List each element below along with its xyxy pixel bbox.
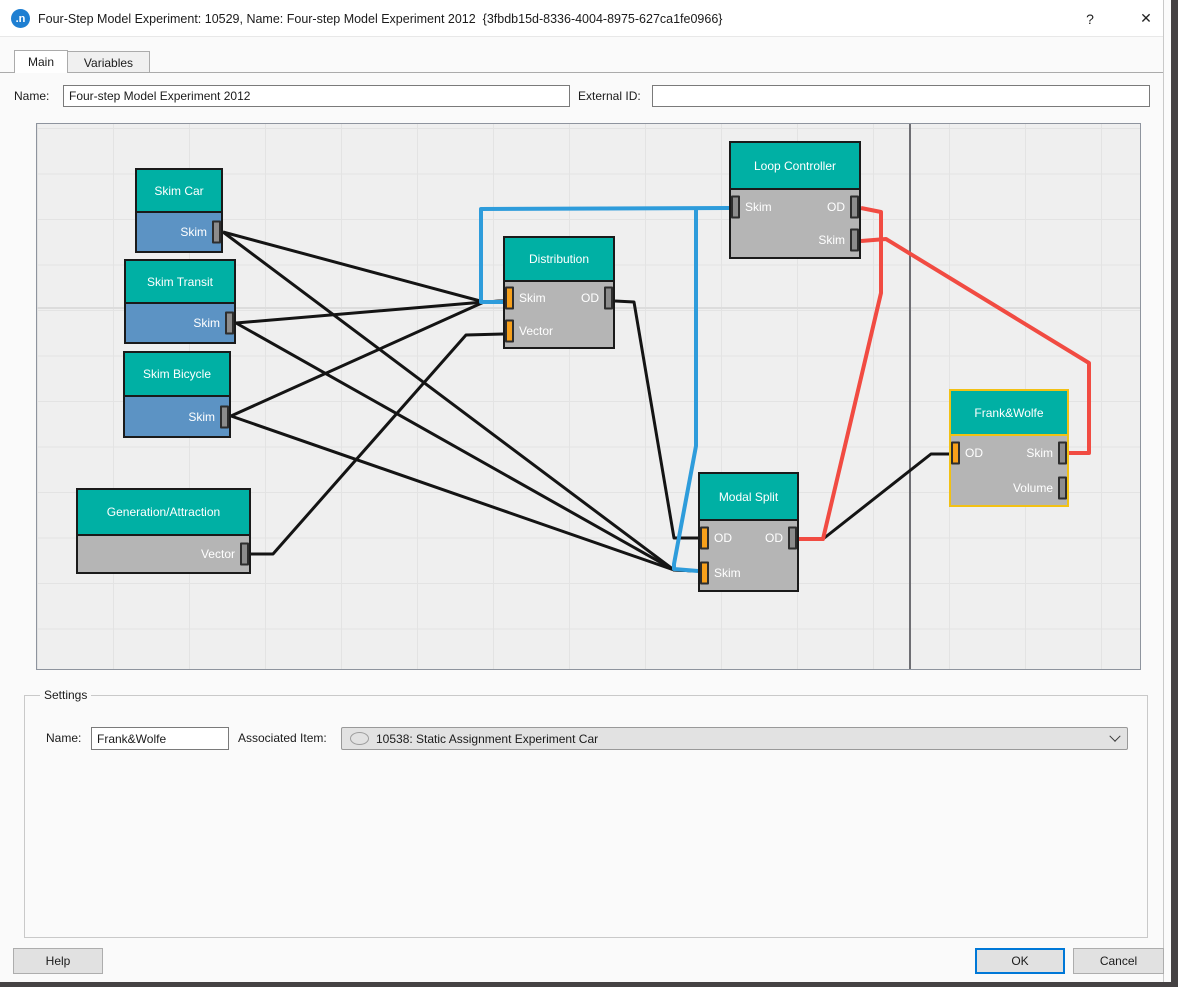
node-body-generation-attraction: Vector: [78, 536, 249, 572]
port-frank-wolfe-od[interactable]: [951, 442, 960, 465]
node-body-modal-split: ODODSkim: [700, 521, 797, 590]
node-port-row: Vector: [78, 536, 249, 572]
settings-name-label: Name:: [46, 727, 81, 749]
node-title-modal-split: Modal Split: [700, 474, 797, 521]
node-body-frank-wolfe: ODSkimVolume: [951, 436, 1067, 505]
wire-skim-car-to-distribution-skim[interactable]: [223, 232, 503, 302]
model-canvas[interactable]: Skim CarSkimSkim TransitSkimSkim Bicycle…: [36, 123, 1141, 670]
node-port-row: ODOD: [700, 521, 797, 556]
tab-main[interactable]: Main: [14, 50, 68, 73]
node-port-row: Skim: [125, 397, 229, 436]
wire-modal-split-od-to-frank-wolfe-od[interactable]: [799, 454, 949, 539]
port-skim-car-skim[interactable]: [212, 221, 221, 244]
node-modal-split[interactable]: Modal SplitODODSkim: [698, 472, 799, 592]
port-loop-controller-skim[interactable]: [731, 195, 740, 218]
ok-button[interactable]: OK: [975, 948, 1065, 974]
node-body-skim-transit: Skim: [126, 304, 234, 342]
experiment-ellipse-icon: [350, 732, 369, 745]
port-modal-split-skim[interactable]: [700, 561, 709, 584]
node-port-row: Skim: [137, 213, 221, 251]
node-title-skim-bicycle: Skim Bicycle: [125, 353, 229, 397]
node-port-row: Volume: [951, 471, 1067, 506]
associated-item-dropdown[interactable]: 10538: Static Assignment Experiment Car: [341, 727, 1128, 750]
associated-item-label: Associated Item:: [238, 727, 327, 749]
dialog-window: .n Four-Step Model Experiment: 10529, Na…: [0, 0, 1164, 982]
node-title-loop-controller: Loop Controller: [731, 143, 859, 190]
port-modal-split-od[interactable]: [700, 527, 709, 550]
settings-name-input[interactable]: Frank&Wolfe: [91, 727, 229, 750]
port-distribution-skim[interactable]: [505, 287, 514, 310]
node-port-row: Vector: [505, 315, 613, 348]
chevron-down-icon: [1109, 730, 1120, 741]
node-frank-wolfe[interactable]: Frank&WolfeODSkimVolume: [949, 389, 1069, 507]
node-title-distribution: Distribution: [505, 238, 613, 282]
close-icon[interactable]: ✕: [1124, 0, 1168, 37]
node-skim-bicycle[interactable]: Skim BicycleSkim: [123, 351, 231, 438]
wire-skim-bicycle-to-distribution-skim[interactable]: [231, 301, 503, 416]
title-bar: .n Four-Step Model Experiment: 10529, Na…: [0, 0, 1163, 37]
node-port-row: Skim: [731, 224, 859, 258]
settings-group-label: Settings: [40, 688, 91, 702]
node-port-row: Skim: [700, 556, 797, 591]
wire-loop-controller-skim-to-modal-split-skim[interactable]: [674, 208, 698, 571]
node-port-row: ODSkim: [951, 436, 1067, 471]
node-skim-transit[interactable]: Skim TransitSkim: [124, 259, 236, 344]
name-input[interactable]: Four-step Model Experiment 2012: [63, 85, 570, 107]
external-id-input[interactable]: [652, 85, 1150, 107]
node-title-skim-transit: Skim Transit: [126, 261, 234, 304]
port-generation-attraction-vector[interactable]: [240, 543, 249, 566]
node-port-row: SkimOD: [731, 190, 859, 224]
wire-skim-transit-to-modal-split-skim[interactable]: [236, 323, 698, 571]
port-frank-wolfe-volume[interactable]: [1058, 476, 1067, 499]
help-button[interactable]: Help: [13, 948, 103, 974]
node-port-row: Skim: [126, 304, 234, 342]
wire-generation-attraction-to-distribution-vector[interactable]: [251, 334, 503, 554]
node-body-skim-car: Skim: [137, 213, 221, 251]
tab-variables[interactable]: Variables: [67, 51, 150, 73]
window-title: Four-Step Model Experiment: 10529, Name:…: [38, 0, 722, 37]
node-title-generation-attraction: Generation/Attraction: [78, 490, 249, 536]
port-skim-bicycle-skim[interactable]: [220, 405, 229, 428]
help-titlebar-button[interactable]: ?: [1068, 0, 1112, 37]
node-loop-controller[interactable]: Loop ControllerSkimODSkim: [729, 141, 861, 259]
node-skim-car[interactable]: Skim CarSkim: [135, 168, 223, 253]
node-title-skim-car: Skim Car: [137, 170, 221, 213]
cancel-button[interactable]: Cancel: [1073, 948, 1164, 974]
name-label: Name:: [14, 85, 49, 107]
node-body-loop-controller: SkimODSkim: [731, 190, 859, 257]
wire-skim-bicycle-to-modal-split-skim[interactable]: [231, 416, 698, 571]
port-frank-wolfe-skim[interactable]: [1058, 442, 1067, 465]
node-generation-attraction[interactable]: Generation/AttractionVector: [76, 488, 251, 574]
screen: .n Four-Step Model Experiment: 10529, Na…: [0, 0, 1178, 987]
app-logo-icon: .n: [11, 9, 30, 28]
external-id-label: External ID:: [578, 85, 641, 107]
node-body-distribution: SkimODVector: [505, 282, 613, 347]
node-title-frank-wolfe: Frank&Wolfe: [951, 391, 1067, 436]
background-window-edge: [1164, 0, 1171, 982]
port-loop-controller-skim[interactable]: [850, 229, 859, 252]
port-skim-transit-skim[interactable]: [225, 312, 234, 335]
wire-skim-car-to-modal-split-skim[interactable]: [223, 232, 698, 571]
node-body-skim-bicycle: Skim: [125, 397, 229, 436]
port-distribution-vector[interactable]: [505, 319, 514, 342]
port-modal-split-od[interactable]: [788, 527, 797, 550]
node-port-row: SkimOD: [505, 282, 613, 315]
port-loop-controller-od[interactable]: [850, 195, 859, 218]
port-distribution-od[interactable]: [604, 287, 613, 310]
tab-underline: [0, 72, 1163, 73]
settings-groupbox: Name: Frank&Wolfe Associated Item: 10538…: [24, 695, 1148, 938]
node-distribution[interactable]: DistributionSkimODVector: [503, 236, 615, 349]
associated-item-value: 10538: Static Assignment Experiment Car: [376, 732, 598, 746]
